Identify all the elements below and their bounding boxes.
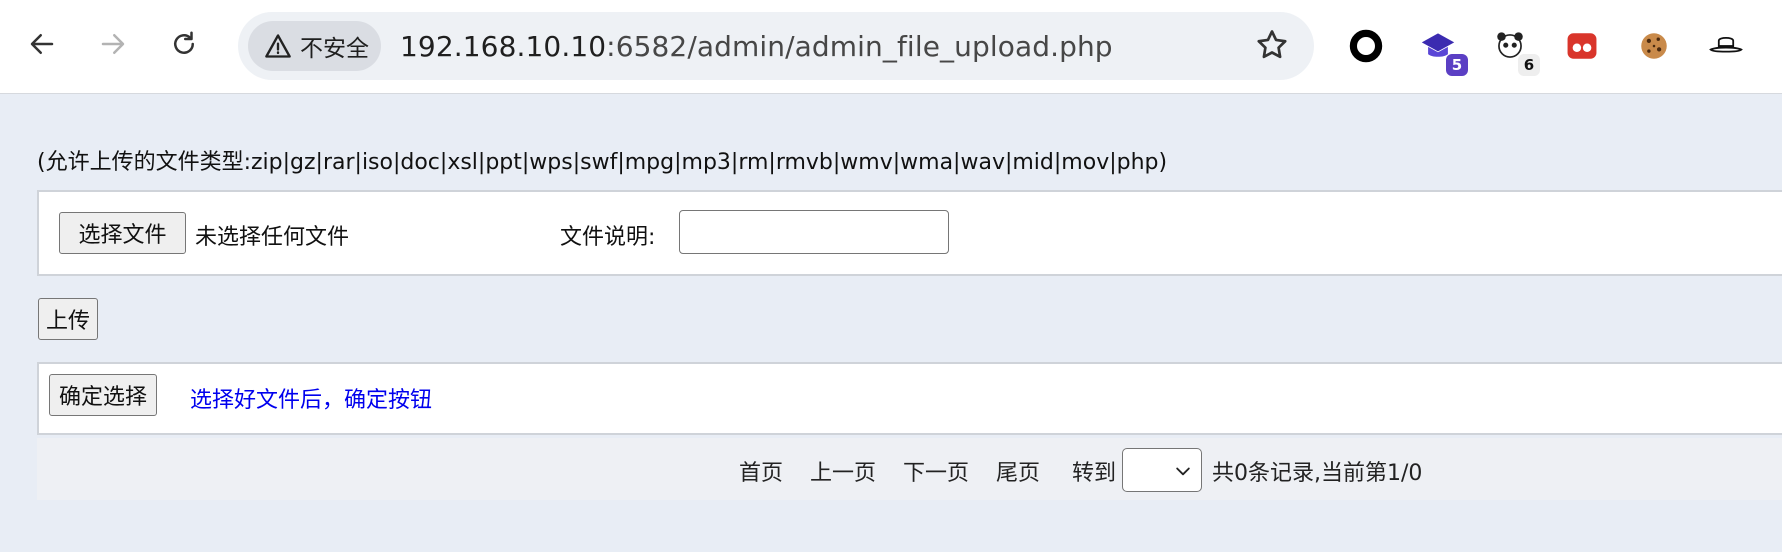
reload-icon [174, 31, 194, 54]
arrow-left-icon [30, 34, 54, 54]
next-page-link[interactable]: 下一页 [903, 455, 969, 487]
reload-button[interactable] [162, 22, 206, 66]
cookie-extension-icon[interactable] [1634, 26, 1674, 66]
confirm-selection-panel: 确定选择 选择好文件后，确定按钮 [37, 362, 1782, 435]
circle-ring-extension-icon[interactable] [1346, 26, 1386, 66]
warning-triangle-icon [265, 34, 291, 58]
security-label: 不安全 [300, 36, 369, 62]
star-icon [1257, 30, 1287, 59]
goto-label: 转到 [1072, 461, 1117, 486]
no-file-selected-text: 未选择任何文件 [195, 225, 350, 250]
url-host: 192.168.10.10 [400, 30, 607, 63]
chevron-down-icon [1176, 467, 1190, 476]
previous-page-link[interactable]: 上一页 [810, 455, 876, 487]
upload-button[interactable]: 上传 [38, 298, 98, 340]
first-page-link[interactable]: 首页 [739, 455, 783, 487]
red-eyes-extension-icon[interactable] [1562, 26, 1602, 66]
pagination-bar: 首页 上一页 下一页 尾页 转到 共0条记录,当前第1/0 [37, 438, 1782, 500]
confirm-selection-button[interactable]: 确定选择 [49, 374, 157, 416]
graduation-cap-extension-icon[interactable]: 5 [1418, 26, 1468, 76]
url-text[interactable]: 192.168.10.10:6582/admin/admin_file_uplo… [400, 30, 1113, 63]
upload-form-panel: 选择文件 未选择任何文件 文件说明: [37, 190, 1782, 276]
last-page-link[interactable]: 尾页 [996, 455, 1040, 487]
arrow-right-icon [101, 34, 125, 54]
file-description-label: 文件说明: [560, 225, 656, 250]
file-description-input[interactable] [679, 210, 949, 254]
extension-badge: 5 [1446, 54, 1468, 76]
security-indicator[interactable]: 不安全 [248, 21, 381, 71]
record-summary-text: 共0条记录,当前第1/0 [1212, 461, 1423, 486]
confirm-hint-link[interactable]: 选择好文件后，确定按钮 [190, 382, 432, 414]
address-bar[interactable]: 不安全 192.168.10.10:6582/admin/admin_file_… [238, 12, 1314, 80]
forward-button[interactable] [91, 22, 135, 66]
bookmark-star-button[interactable] [1254, 27, 1292, 65]
page-select-dropdown[interactable] [1122, 448, 1202, 492]
back-button[interactable] [20, 22, 64, 66]
allowed-file-types-text: (允许上传的文件类型:zip|gz|rar|iso|doc|xsl|ppt|wp… [37, 150, 1168, 175]
url-path: :6582/admin/admin_file_upload.php [606, 30, 1113, 63]
panda-extension-icon[interactable]: 6 [1490, 26, 1540, 76]
choose-file-button[interactable]: 选择文件 [59, 212, 186, 254]
browser-toolbar: 不安全 192.168.10.10:6582/admin/admin_file_… [0, 0, 1782, 94]
hat-extension-icon[interactable] [1706, 26, 1746, 66]
extension-badge: 6 [1518, 54, 1540, 76]
